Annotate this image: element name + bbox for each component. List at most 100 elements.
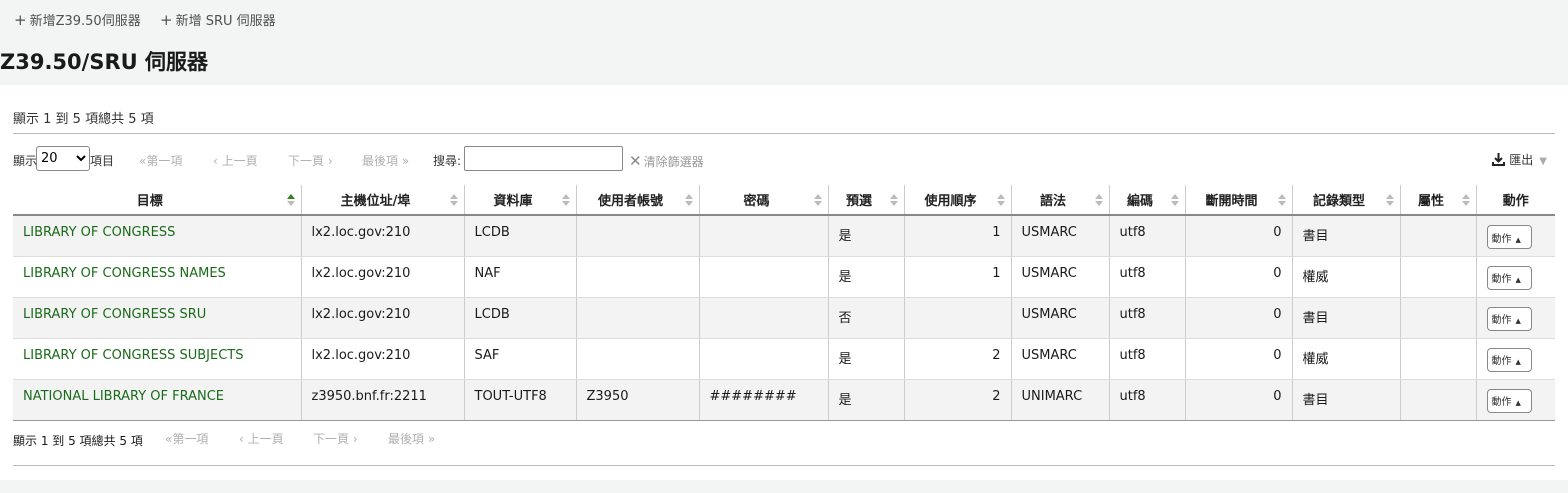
search-input[interactable] (464, 146, 623, 171)
cell-user (575, 256, 699, 298)
first-page-button-bottom[interactable]: «第一項 (165, 430, 208, 447)
cell-db: SAF (463, 338, 576, 380)
sort-ascending-icon (286, 194, 295, 206)
sort-icon (449, 194, 458, 206)
page-title: Z39.50/SRU 伺服器 (0, 50, 208, 74)
cell-target: LIBRARY OF CONGRESS NAMES (13, 256, 301, 298)
export-button[interactable]: 匯出 ▼ (1492, 151, 1547, 168)
table-row: NATIONAL LIBRARY OF FRANCE z3950.bnf.fr:2… (13, 379, 1555, 421)
sort-icon (1094, 194, 1103, 206)
show-label: 顯示 (13, 154, 38, 168)
chevron-left-icon: ‹ (213, 154, 222, 168)
first-page-button[interactable]: «第一項 (139, 152, 182, 169)
table-info-top: 顯示 1 到 5 項總共 5 項 (13, 112, 154, 127)
table-row: LIBRARY OF CONGRESS NAMES lx2.loc.gov:210… (13, 256, 1555, 298)
actions-dropdown-button[interactable]: 動作 ▲ (1486, 347, 1532, 372)
column-header[interactable]: 斷開時間 (1184, 185, 1292, 216)
cell-action: 動作 ▲ (1475, 338, 1555, 380)
cell-timeout: 0 (1184, 215, 1292, 257)
column-header-label: 預選 (845, 194, 872, 209)
target-link[interactable]: NATIONAL LIBRARY OF FRANCE (23, 389, 224, 404)
column-header[interactable]: 資料庫 (463, 185, 576, 216)
clear-filter-button[interactable]: ✕ 清除篩選器 (629, 152, 704, 170)
search-label: 搜尋: (433, 154, 462, 168)
column-header[interactable]: 使用順序 (903, 185, 1011, 216)
prev-page-button[interactable]: ‹ 上一頁 (213, 152, 258, 169)
table-controls: 顯示 102050100 項目 «第一項 ‹ 上一頁 下一頁 › 最後項 » 搜… (13, 145, 1555, 173)
last-page-button-bottom[interactable]: 最後項 » (388, 430, 435, 447)
plus-icon: + (160, 11, 173, 29)
sort-icon (1385, 194, 1394, 206)
cell-db: LCDB (463, 215, 576, 257)
target-link[interactable]: LIBRARY OF CONGRESS (23, 225, 175, 240)
column-header[interactable]: 使用者帳號 (575, 185, 699, 216)
column-header-label: 屬性 (1417, 194, 1444, 209)
add-z3950-server-button[interactable]: + 新增Z39.50伺服器 (14, 10, 141, 29)
cell-db: TOUT-UTF8 (463, 379, 576, 421)
cell-host: lx2.loc.gov:210 (300, 297, 464, 339)
cell-action: 動作 ▲ (1475, 256, 1555, 298)
cell-pw: ######## (698, 379, 828, 421)
actions-dropdown-button[interactable]: 動作 ▲ (1486, 225, 1532, 249)
cell-pw (698, 297, 828, 339)
cell-target: LIBRARY OF CONGRESS (13, 215, 301, 257)
cell-pre: 是 (827, 379, 904, 421)
column-header-label: 使用順序 (924, 194, 977, 209)
cell-rtype: 權威 (1291, 256, 1400, 298)
cell-user (575, 297, 699, 339)
cell-user: Z3950 (575, 379, 699, 421)
target-link[interactable]: LIBRARY OF CONGRESS NAMES (23, 266, 226, 281)
page-size-select[interactable]: 102050100 (36, 146, 90, 171)
last-page-button[interactable]: 最後項 » (362, 152, 409, 169)
cell-target: LIBRARY OF CONGRESS SUBJECTS (13, 338, 301, 380)
next-page-button-bottom[interactable]: 下一頁 › (313, 430, 358, 447)
column-header[interactable]: 目標 (13, 185, 301, 216)
cell-host: z3950.bnf.fr:2211 (300, 379, 464, 421)
column-header[interactable]: 預選 (827, 185, 904, 216)
cell-rank: 1 (903, 215, 1011, 257)
caret-down-icon: ▼ (1539, 156, 1547, 167)
column-header-label: 動作 (1502, 194, 1529, 209)
table-info-bottom: 顯示 1 到 5 項總共 5 項 (13, 434, 143, 448)
cell-target: LIBRARY OF CONGRESS SRU (13, 297, 301, 339)
actions-dropdown-button[interactable]: 動作 ▲ (1486, 306, 1532, 331)
column-header[interactable]: 屬性 (1399, 185, 1476, 216)
double-chevron-right-icon: » (424, 432, 436, 446)
cell-enc: utf8 (1108, 338, 1185, 380)
actions-label: 動作 (1491, 356, 1512, 367)
column-header[interactable]: 語法 (1010, 185, 1109, 216)
cell-attr (1399, 379, 1476, 421)
column-header[interactable]: 記錄類型 (1291, 185, 1400, 216)
plus-icon: + (14, 11, 27, 29)
column-header[interactable]: 編碼 (1108, 185, 1185, 216)
close-icon: ✕ (629, 152, 642, 170)
column-header-label: 語法 (1039, 194, 1066, 209)
column-header-label: 記錄類型 (1312, 194, 1365, 209)
cell-timeout: 0 (1184, 338, 1292, 380)
actions-dropdown-button[interactable]: 動作 ▲ (1486, 388, 1532, 413)
column-header-label: 斷開時間 (1205, 194, 1258, 209)
next-page-button[interactable]: 下一頁 › (288, 152, 333, 169)
cell-syntax: USMARC (1010, 338, 1109, 380)
table-row: LIBRARY OF CONGRESS SRU lx2.loc.gov:210 LC… (13, 297, 1555, 339)
servers-panel: 顯示 1 到 5 項總共 5 項 顯示 102050100 項目 «第一項 ‹ … (0, 85, 1568, 480)
cell-attr (1399, 215, 1476, 257)
column-header[interactable]: 主機位址/埠 (300, 185, 464, 216)
cell-syntax: USMARC (1010, 256, 1109, 298)
actions-label: 動作 (1491, 274, 1512, 285)
cell-enc: utf8 (1108, 215, 1185, 257)
target-link[interactable]: LIBRARY OF CONGRESS SRU (23, 307, 206, 322)
prev-page-button-bottom[interactable]: ‹ 上一頁 (239, 430, 284, 447)
cell-action: 動作 ▲ (1475, 215, 1555, 257)
actions-label: 動作 (1491, 397, 1512, 408)
cell-syntax: USMARC (1010, 297, 1109, 339)
cell-host: lx2.loc.gov:210 (300, 215, 464, 257)
target-link[interactable]: LIBRARY OF CONGRESS SUBJECTS (23, 348, 244, 363)
column-header[interactable]: 密碼 (698, 185, 828, 216)
actions-dropdown-button[interactable]: 動作 ▲ (1486, 265, 1532, 290)
cell-syntax: UNIMARC (1010, 379, 1109, 421)
sort-icon (1461, 194, 1470, 206)
column-header-label: 密碼 (743, 194, 770, 209)
column-header[interactable]: 動作 (1475, 185, 1555, 216)
add-sru-server-button[interactable]: + 新增 SRU 伺服器 (160, 10, 276, 29)
